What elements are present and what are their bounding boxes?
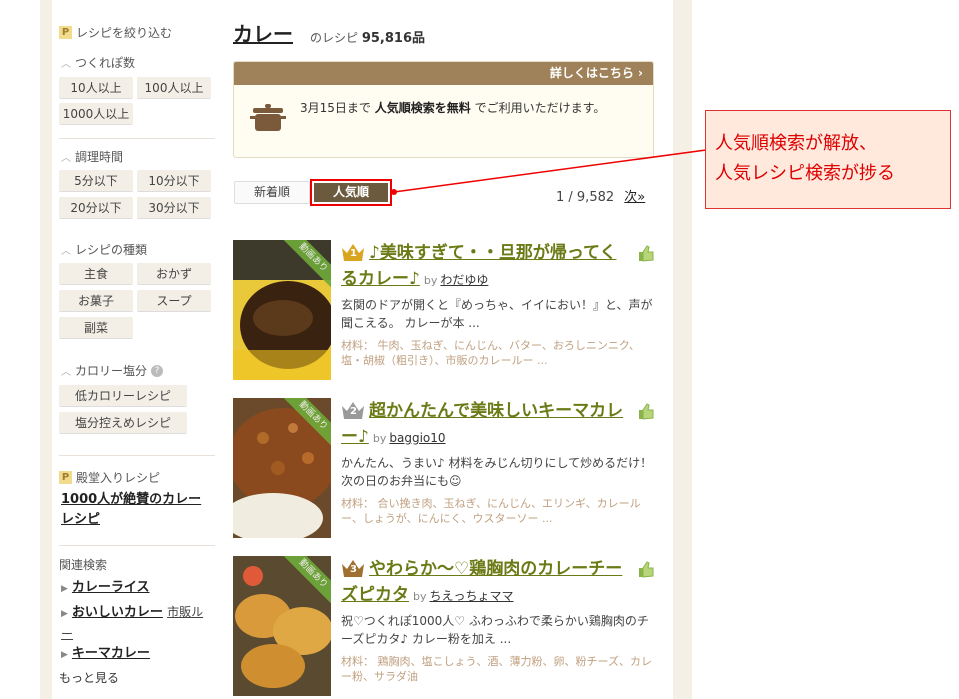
divider	[59, 455, 215, 456]
notice-rest: でご利用いただけます。	[474, 101, 606, 115]
by-label: by	[423, 274, 438, 287]
recipe-title[interactable]: 超かんたんで美味しいキーマカレー♪ by baggio10	[341, 398, 631, 452]
related-item[interactable]: ▶ キーマカレー	[61, 644, 150, 665]
recipe-card: 動画あり 3 やわらか～♡鶏胸肉のカレーチーズピカタ by ちえっちょママ 祝♡つく…	[233, 556, 657, 696]
p-icon: P	[59, 471, 72, 484]
recipe-author[interactable]: ちえっちょママ	[430, 589, 514, 603]
recipe-ingredients: 材料： 鶏胸肉、塩こしょう、酒、薄力粉、卵、粉チーズ、カレー粉、サラダ油	[341, 655, 652, 683]
by-label: by	[413, 590, 427, 603]
search-count: のレシピ 95,816品	[310, 27, 425, 46]
recipe-ingredients: 材料： 合い挽き肉、玉ねぎ、にんじん、エリンギ、カレールー、しょうが、にんにく、…	[341, 497, 641, 525]
filter-time-20[interactable]: 20分以下	[59, 197, 133, 219]
hall-of-fame-title: P 殿堂入りレシピ	[59, 469, 160, 486]
filter-time-5[interactable]: 5分以下	[59, 170, 133, 192]
search-keyword[interactable]: カレー	[233, 18, 293, 47]
related-title: 関連検索	[59, 558, 108, 572]
filter-tsukurepo-100[interactable]: 100人以上	[137, 77, 211, 99]
notice-detail-link[interactable]: 詳しくはこちら ›	[234, 62, 653, 85]
recipe-count: 95,816品	[361, 31, 426, 46]
annotation-line1: 人気順検索が解放、	[715, 133, 877, 154]
filter-type-sweets[interactable]: お菓子	[59, 290, 133, 312]
recipe-thumbnail[interactable]: 動画あり	[233, 398, 331, 538]
by-label: by	[372, 432, 387, 445]
recipe-title[interactable]: やわらか～♡鶏胸肉のカレーチーズピカタ by ちえっちょママ	[341, 556, 631, 610]
filter-type-soup[interactable]: スープ	[137, 290, 211, 312]
recipe-description: 玄関のドアが開くと『めっちゃ、イイにおい！』と、声が聞こえる。 カレーが本 ..…	[341, 298, 653, 330]
caret-up-icon: ︿	[61, 59, 71, 70]
hall-of-fame-link[interactable]: 1000人が絶賛のカレーレシピ	[61, 490, 213, 530]
recipe-type-heading[interactable]: ︿ レシピの種類	[61, 241, 147, 258]
notice-text: 3月15日まで 人気順検索を無料 でご利用いただけます。	[300, 98, 640, 118]
filter-type-side-dish[interactable]: 副菜	[59, 317, 133, 339]
caret-up-icon: ︿	[61, 246, 71, 257]
sort-popular-highlight: 人気順	[310, 179, 392, 206]
recipe-thumbnail[interactable]: 動画あり	[233, 556, 331, 696]
caret-up-icon: ︿	[61, 153, 71, 164]
recipe-type-title: レシピの種類	[75, 243, 148, 257]
filter-tsukurepo-1000[interactable]: 1000人以上	[59, 103, 133, 125]
filter-time-30[interactable]: 30分以下	[137, 197, 211, 219]
thumbs-up-icon[interactable]	[637, 402, 655, 420]
notice-highlight: 人気順検索を無料	[374, 101, 471, 115]
filter-tsukurepo-10[interactable]: 10人以上	[59, 77, 133, 99]
triangle-right-icon: ▶	[61, 584, 68, 594]
next-page-link[interactable]: 次»	[624, 190, 645, 205]
cook-time-heading[interactable]: ︿ 調理時間	[61, 148, 123, 165]
sort-newest-button[interactable]: 新着順	[234, 181, 310, 204]
related-item[interactable]: ▶ おいしいカレー 市販ルー	[61, 602, 211, 645]
recipe-title[interactable]: ♪美味すぎて・・旦那が帰ってくるカレー♪ by わだゆゆ	[341, 240, 631, 294]
filter-low-salt[interactable]: 塩分控えめレシピ	[59, 412, 187, 434]
p-icon: P	[59, 26, 72, 39]
thumbs-up-icon[interactable]	[637, 244, 655, 262]
filter-title: P レシピを絞り込む	[59, 24, 172, 41]
tsukurepo-heading[interactable]: ︿ つくれぽ数	[61, 54, 135, 71]
related-link[interactable]: キーマカレー	[72, 646, 150, 661]
caret-up-icon: ︿	[61, 367, 71, 378]
recipe-author[interactable]: baggio10	[389, 431, 445, 445]
recipe-card: 動画あり 2 超かんたんで美味しいキーマカレー♪ by baggio10 かんたん、…	[233, 398, 657, 538]
sort-popular-button[interactable]: 人気順	[314, 183, 388, 202]
annotation-line2: 人気レシピ検索が捗る	[715, 163, 895, 184]
divider	[59, 545, 215, 546]
pot-icon	[250, 104, 286, 131]
tsukurepo-title: つくれぽ数	[75, 56, 136, 70]
recipe-description: かんたん、うまい♪ 材料をみじん切りにして炒めるだけ！ 次の日のお弁当にも☺	[341, 456, 653, 488]
recipe-card: 動画あり 1 ♪美味すぎて・・旦那が帰ってくるカレー♪ by わだゆゆ 玄関のドアが…	[233, 240, 657, 380]
filter-title-label: レシピを絞り込む	[76, 26, 173, 40]
cook-time-title: 調理時間	[75, 150, 124, 164]
annotation-callout: 人気順検索が解放、 人気レシピ検索が捗る	[705, 110, 951, 209]
page-indicator: 1 / 9,582	[556, 190, 615, 205]
divider	[59, 138, 215, 139]
recipe-thumbnail[interactable]: 動画あり	[233, 240, 331, 380]
notice-date: 3月15日まで	[300, 101, 371, 115]
pager: 1 / 9,582 次»	[556, 186, 645, 205]
recipe-ingredients: 材料： 牛肉、玉ねぎ、にんじん、バター、おろしニンニク、塩・胡椒（粗引き）、市販…	[341, 339, 640, 367]
premium-notice: 詳しくはこちら › 3月15日まで 人気順検索を無料 でご利用いただけます。	[233, 61, 654, 158]
related-more-link[interactable]: もっと見る	[59, 668, 119, 688]
filter-type-staple[interactable]: 主食	[59, 263, 133, 285]
filter-time-10[interactable]: 10分以下	[137, 170, 211, 192]
recipe-author[interactable]: わだゆゆ	[440, 273, 488, 287]
related-link[interactable]: おいしいカレー	[72, 605, 163, 620]
related-item[interactable]: ▶ カレーライス	[61, 578, 150, 599]
thumbs-up-icon[interactable]	[637, 560, 655, 578]
hall-of-fame-label: 殿堂入りレシピ	[76, 471, 161, 485]
calorie-title: カロリー塩分	[75, 364, 148, 378]
triangle-right-icon: ▶	[61, 650, 68, 660]
triangle-right-icon: ▶	[61, 609, 68, 619]
calorie-heading[interactable]: ︿ カロリー塩分 ?	[61, 362, 164, 379]
search-suffix: のレシピ	[310, 31, 359, 45]
filter-low-calorie[interactable]: 低カロリーレシピ	[59, 385, 187, 407]
recipe-description: 祝♡つくれぽ1000人♡ ふわっふわで柔らかい鶏胸肉のチーズピカタ♪ カレー粉を…	[341, 614, 649, 646]
filter-type-side[interactable]: おかず	[137, 263, 211, 285]
help-icon[interactable]: ?	[151, 364, 164, 377]
related-link[interactable]: カレーライス	[72, 580, 150, 595]
